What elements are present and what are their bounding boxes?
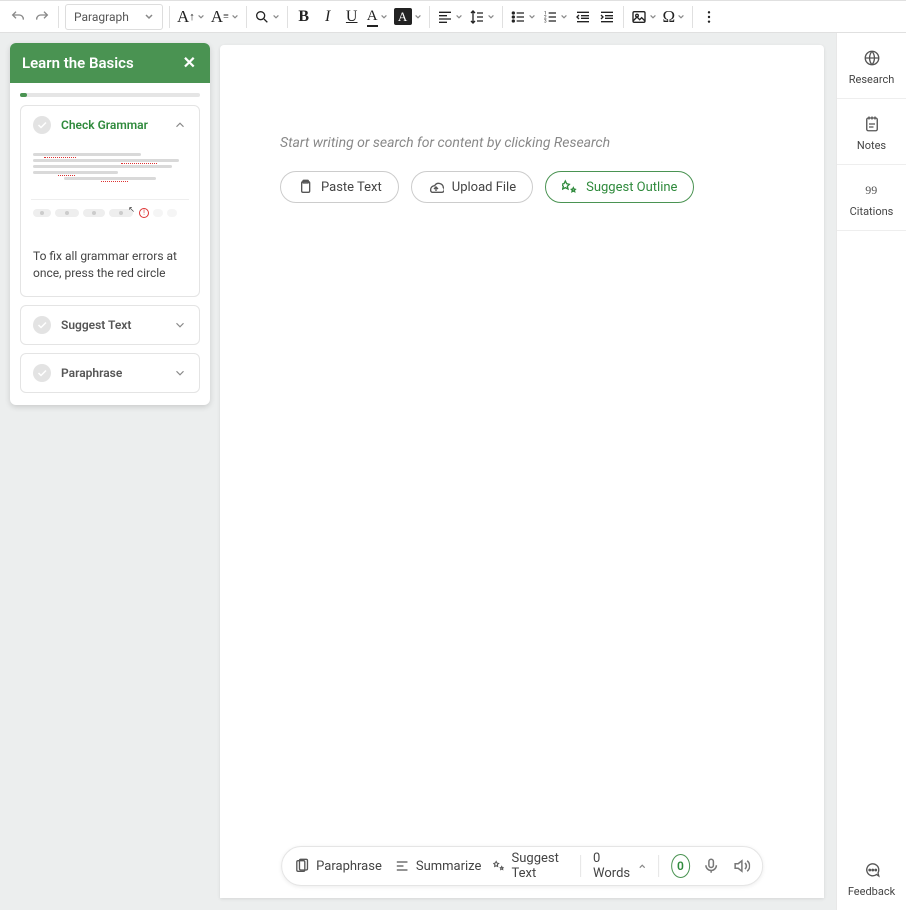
separator [287,6,288,28]
lesson-preview: ↖ ! [21,144,199,234]
tutorial-progress [20,93,200,97]
separator [58,6,59,28]
align-button[interactable] [434,3,466,31]
upload-file-button[interactable]: Upload File [411,171,533,203]
button-label: Upload File [452,180,516,195]
button-label: Paraphrase [316,859,382,874]
lesson-title: Suggest Text [61,318,163,332]
special-char-button[interactable]: Ω [660,3,689,31]
main-area: Learn the Basics ✕ Check Grammar [0,33,836,910]
right-rail: Research Notes 99 Citations Feedback [836,33,906,910]
rail-label: Citations [850,205,894,218]
rail-label: Research [849,73,895,86]
lesson-header-check-grammar[interactable]: Check Grammar [21,106,199,144]
editor[interactable]: Start writing or search for content by c… [220,45,824,898]
separator [658,855,659,877]
lesson-title: Paraphrase [61,366,163,380]
error-count-badge[interactable]: 0 [671,854,690,878]
text-color-button[interactable]: A [364,3,391,31]
line-height-button[interactable] [466,3,498,31]
tutorial-progress-fill [20,93,27,97]
bold-button[interactable]: B [292,3,316,31]
svg-text:3: 3 [544,18,547,24]
more-button[interactable] [697,3,721,31]
rail-research[interactable]: Research [837,33,906,99]
rail-citations[interactable]: 99 Citations [837,165,906,231]
separator [502,6,503,28]
font-size-preset-button[interactable]: A≡ [208,3,242,31]
paraphrase-button[interactable]: Paraphrase [294,858,382,874]
outdent-button[interactable] [571,3,595,31]
font-size-increase-button[interactable]: A↑ [174,3,208,31]
summarize-button[interactable]: Summarize [394,858,482,874]
underline-button[interactable]: U [340,3,364,31]
check-circle-icon [33,316,51,334]
separator [623,6,624,28]
lesson-check-grammar: Check Grammar ↖ [20,105,200,297]
lesson-title: Check Grammar [61,118,163,132]
toolbar: Paragraph A↑ A≡ B I U A A 123 [0,0,906,33]
mic-icon[interactable] [702,857,720,875]
word-count-label: 0 Words [593,851,632,881]
image-button[interactable] [628,3,660,31]
lesson-paraphrase[interactable]: Paraphrase [20,353,200,393]
paragraph-style-select[interactable]: Paragraph [65,4,163,30]
chevron-up-icon [173,118,187,132]
button-label: Suggest Text [512,851,569,881]
word-count[interactable]: 0 Words [593,851,646,881]
close-icon[interactable]: ✕ [181,53,198,73]
highlight-color-button[interactable]: A [391,3,425,31]
separator [246,6,247,28]
bullet-list-button[interactable] [507,3,539,31]
chevron-down-icon [173,366,187,380]
check-circle-icon [33,116,51,134]
rail-notes[interactable]: Notes [837,99,906,165]
bottom-toolbar: Paraphrase Summarize Suggest Text 0 Word… [281,846,763,886]
suggest-outline-button[interactable]: Suggest Outline [545,171,694,203]
undo-button[interactable] [6,3,30,31]
tutorial-panel-header: Learn the Basics ✕ [10,43,210,83]
separator [429,6,430,28]
zoom-button[interactable] [251,3,283,31]
rail-label: Feedback [848,885,895,898]
tutorial-panel-title: Learn the Basics [22,54,134,72]
suggest-text-button[interactable]: Suggest Text [493,851,568,881]
numbered-list-button[interactable]: 123 [539,3,571,31]
speaker-icon[interactable] [732,857,750,875]
tutorial-panel: Learn the Basics ✕ Check Grammar [0,33,220,910]
indent-button[interactable] [595,3,619,31]
svg-text:99: 99 [865,183,877,197]
separator [169,6,170,28]
lesson-description: To fix all grammar errors at once, press… [21,234,199,296]
separator [580,855,581,877]
lesson-suggest-text[interactable]: Suggest Text [20,305,200,345]
editor-actions: Paste Text Upload File Suggest Outline [280,171,764,203]
editor-placeholder: Start writing or search for content by c… [280,135,764,151]
fix-all-icon: ! [139,208,149,218]
check-circle-icon [33,364,51,382]
paragraph-label: Paragraph [74,10,129,24]
italic-button[interactable]: I [316,3,340,31]
chevron-down-icon [173,318,187,332]
paste-text-button[interactable]: Paste Text [280,171,399,203]
redo-button[interactable] [30,3,54,31]
separator [692,6,693,28]
button-label: Paste Text [321,180,382,195]
rail-label: Notes [857,139,886,152]
rail-feedback[interactable]: Feedback [837,845,906,910]
button-label: Suggest Outline [586,180,677,195]
button-label: Summarize [416,859,482,874]
